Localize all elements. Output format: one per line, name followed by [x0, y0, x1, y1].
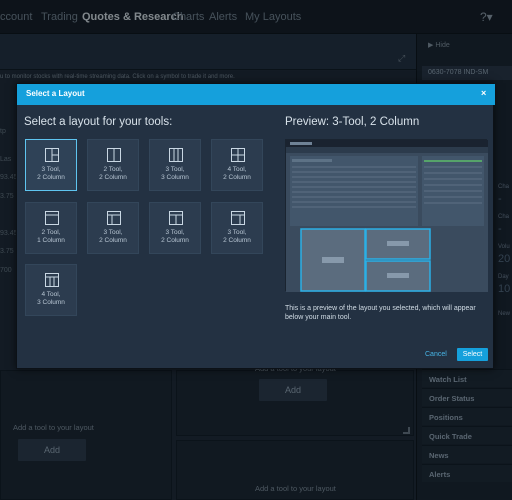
layout-option-3tool-2col[interactable]: 3 Tool, 2 Column: [25, 139, 77, 191]
grid-3tool-2col-b-icon: [107, 211, 121, 225]
layout-option-4tool-3col[interactable]: 4 Tool, 3 Column: [25, 264, 77, 316]
grid-3tool-2col-icon: [45, 148, 59, 162]
grid-2tool-2col-icon: [107, 148, 121, 162]
select-layout-modal: Select a Layout × Select a layout for yo…: [16, 83, 495, 369]
close-icon[interactable]: ×: [481, 88, 486, 98]
layout-option-label: 3 Tool, 2 Column: [37, 166, 65, 181]
layout-option-3tool-2col-c[interactable]: 3 Tool, 2 Column: [149, 202, 201, 254]
layout-option-2tool-1col[interactable]: 2 Tool, 1 Column: [25, 202, 77, 254]
grid-2tool-1col-icon: [45, 211, 59, 225]
layout-option-2tool-2col[interactable]: 2 Tool, 2 Column: [87, 139, 139, 191]
layout-option-label: 2 Tool, 1 Column: [37, 229, 65, 244]
cancel-button[interactable]: Cancel: [425, 351, 447, 358]
layout-option-3tool-2col-b[interactable]: 3 Tool, 2 Column: [87, 202, 139, 254]
layout-preview-image: [285, 139, 488, 292]
layout-option-label: 3 Tool, 2 Column: [99, 229, 127, 244]
preview-heading: Preview: 3-Tool, 2 Column: [285, 116, 420, 128]
layout-option-label: 3 Tool, 2 Column: [223, 229, 251, 244]
layout-option-label: 2 Tool, 2 Column: [99, 166, 127, 181]
modal-header: Select a Layout ×: [17, 84, 495, 105]
layout-option-label: 3 Tool, 3 Column: [161, 166, 189, 181]
preview-description: This is a preview of the layout you sele…: [285, 305, 476, 321]
layout-option-label: 4 Tool, 2 Column: [223, 166, 251, 181]
modal-title: Select a Layout: [26, 89, 85, 98]
layout-heading: Select a layout for your tools:: [24, 116, 173, 128]
layout-option-3tool-3col[interactable]: 3 Tool, 3 Column: [149, 139, 201, 191]
grid-4tool-2col-icon: [231, 148, 245, 162]
layout-option-4tool-2col[interactable]: 4 Tool, 2 Column: [211, 139, 263, 191]
layout-option-label: 4 Tool, 3 Column: [37, 291, 65, 306]
grid-3tool-2col-c-icon: [169, 211, 183, 225]
select-button[interactable]: Select: [457, 348, 488, 361]
grid-4tool-3col-icon: [45, 273, 59, 287]
grid-3tool-2col-d-icon: [231, 211, 245, 225]
layout-option-3tool-2col-d[interactable]: 3 Tool, 2 Column: [211, 202, 263, 254]
preview-thumbnail: [286, 140, 488, 292]
layout-option-label: 3 Tool, 2 Column: [161, 229, 189, 244]
grid-3tool-3col-icon: [169, 148, 183, 162]
